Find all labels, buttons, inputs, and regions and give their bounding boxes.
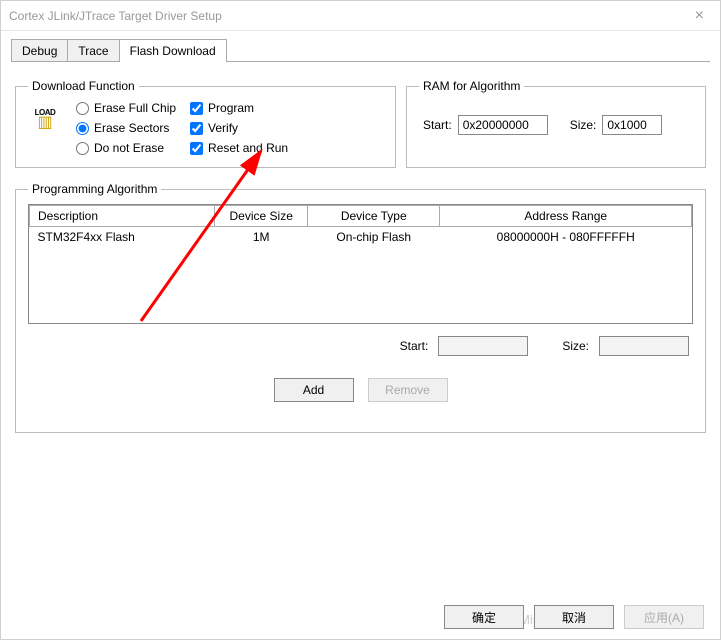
ram-start-input[interactable]	[458, 115, 548, 135]
ram-size-label: Size:	[570, 118, 597, 132]
close-icon[interactable]: ×	[687, 7, 712, 25]
col-address-range[interactable]: Address Range	[440, 206, 692, 227]
ram-size-input[interactable]	[602, 115, 662, 135]
download-function-legend: Download Function	[28, 79, 139, 93]
algorithm-table-wrap: Description Device Size Device Type Addr…	[28, 204, 693, 324]
check-verify[interactable]: Verify	[190, 121, 288, 135]
programming-algorithm-group: Programming Algorithm Description Device…	[15, 182, 706, 433]
algorithm-table[interactable]: Description Device Size Device Type Addr…	[29, 205, 692, 247]
tab-flash-download[interactable]: Flash Download	[119, 39, 227, 62]
remove-button: Remove	[368, 378, 448, 402]
ram-algorithm-legend: RAM for Algorithm	[419, 79, 524, 93]
ok-button[interactable]: 确定	[444, 605, 524, 629]
ram-start-label: Start:	[423, 118, 452, 132]
apply-button: 应用(A)	[624, 605, 704, 629]
alg-size-input[interactable]	[599, 336, 689, 356]
table-row[interactable]: STM32F4xx Flash 1M On-chip Flash 0800000…	[30, 227, 692, 248]
check-program[interactable]: Program	[190, 101, 288, 115]
load-icon: LOAD ▥	[28, 101, 62, 135]
ram-algorithm-group: RAM for Algorithm Start: Size:	[406, 79, 706, 168]
radio-erase-full-chip[interactable]: Erase Full Chip	[76, 101, 176, 115]
radio-erase-sectors[interactable]: Erase Sectors	[76, 121, 176, 135]
download-function-group: Download Function LOAD ▥ Erase Full Chip…	[15, 79, 396, 168]
window-title: Cortex JLink/JTrace Target Driver Setup	[9, 9, 222, 23]
alg-start-label: Start:	[400, 339, 429, 353]
tab-content: Download Function LOAD ▥ Erase Full Chip…	[1, 63, 720, 449]
check-reset-and-run[interactable]: Reset and Run	[190, 141, 288, 155]
titlebar: Cortex JLink/JTrace Target Driver Setup …	[1, 1, 720, 31]
alg-start-input[interactable]	[438, 336, 528, 356]
col-device-type[interactable]: Device Type	[308, 206, 440, 227]
tab-trace[interactable]: Trace	[67, 39, 119, 62]
cancel-button[interactable]: 取消	[534, 605, 614, 629]
add-button[interactable]: Add	[274, 378, 354, 402]
dialog-buttons: 确定 取消 应用(A)	[444, 605, 704, 629]
tab-strip: Debug Trace Flash Download	[1, 31, 720, 62]
programming-algorithm-legend: Programming Algorithm	[28, 182, 161, 196]
radio-do-not-erase[interactable]: Do not Erase	[76, 141, 176, 155]
tab-debug[interactable]: Debug	[11, 39, 68, 62]
col-device-size[interactable]: Device Size	[215, 206, 308, 227]
col-description[interactable]: Description	[30, 206, 215, 227]
alg-size-label: Size:	[562, 339, 589, 353]
